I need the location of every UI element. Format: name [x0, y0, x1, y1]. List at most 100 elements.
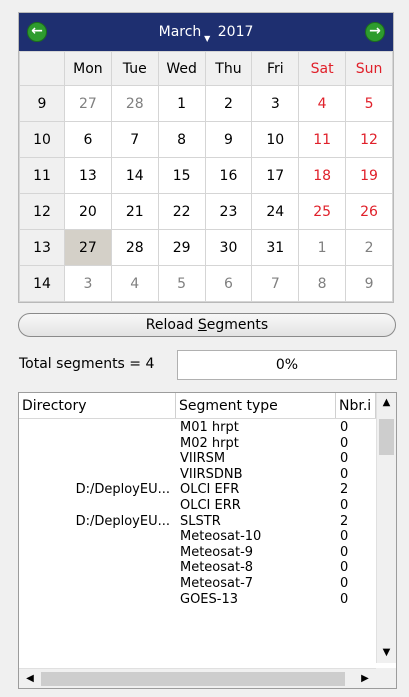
calendar-day[interactable]: 3 [251, 85, 300, 122]
calendar-navigation-bar: ← March ▼ 2017 → [19, 13, 393, 51]
calendar-day[interactable]: 30 [204, 229, 253, 266]
scroll-down-icon[interactable]: ▼ [377, 643, 396, 663]
horizontal-scrollbar[interactable]: ◀ ▶ [19, 668, 376, 688]
calendar-day[interactable]: 11 [298, 121, 347, 158]
week-number: 10 [19, 121, 65, 158]
calendar-day[interactable]: 4 [298, 85, 347, 122]
calendar-day[interactable]: 25 [298, 193, 347, 230]
progress-bar: 0% [177, 350, 397, 380]
nbr-cell: 0 [340, 529, 349, 545]
calendar-day[interactable]: 21 [110, 193, 159, 230]
table-row[interactable]: GOES-13 0 [19, 592, 376, 608]
directory-cell [19, 592, 176, 608]
calendar-day[interactable]: 2 [204, 85, 253, 122]
calendar-day[interactable]: 10 [251, 121, 300, 158]
calendar-day-selected[interactable]: 27 [64, 229, 112, 266]
directory-cell: D:/DeployEU... [75, 482, 170, 498]
year-selector[interactable]: 2017 [218, 24, 254, 40]
calendar-day[interactable]: 29 [157, 229, 206, 266]
calendar-day[interactable]: 20 [64, 193, 112, 230]
calendar-day[interactable]: 9 [204, 121, 253, 158]
table-row[interactable]: OLCI ERR 0 [19, 498, 376, 514]
calendar-day[interactable]: 17 [251, 157, 300, 194]
reload-segments-button[interactable]: Reload Segments [18, 313, 396, 337]
calendar-day[interactable]: 8 [298, 265, 347, 302]
horizontal-scroll-thumb[interactable] [41, 672, 345, 686]
table-row[interactable]: M02 hrpt 0 [19, 436, 376, 452]
calendar-day[interactable]: 31 [251, 229, 300, 266]
arrow-right-icon[interactable]: → [365, 22, 385, 42]
segments-table[interactable]: Directory Segment type Nbr.i M01 hrpt 0 M0… [18, 392, 397, 689]
calendar-day[interactable]: 26 [345, 193, 393, 230]
calendar-day[interactable]: 6 [204, 265, 253, 302]
calendar-day[interactable]: 23 [204, 193, 253, 230]
vertical-scroll-thumb[interactable] [379, 419, 394, 455]
calendar-day[interactable]: 28 [110, 229, 159, 266]
scroll-right-icon[interactable]: ▶ [356, 669, 374, 688]
scrollbar-corner [376, 668, 396, 688]
directory-cell [19, 560, 176, 576]
weekday-header-thu: Thu [204, 51, 253, 86]
calendar-day[interactable]: 13 [64, 157, 112, 194]
table-row[interactable]: Meteosat-9 0 [19, 545, 376, 561]
calendar-day[interactable]: 16 [204, 157, 253, 194]
segment-type-cell: SLSTR [180, 513, 221, 529]
calendar-day[interactable]: 27 [64, 85, 112, 122]
weekday-header-sat: Sat [298, 51, 347, 86]
calendar-day[interactable]: 6 [64, 121, 112, 158]
column-header-nbr[interactable]: Nbr.i [336, 393, 376, 418]
calendar-day[interactable]: 18 [298, 157, 347, 194]
table-row[interactable]: VIIRSDNB 0 [19, 467, 376, 483]
table-row[interactable]: M01 hrpt 0 [19, 420, 376, 436]
column-header-directory[interactable]: Directory [19, 393, 176, 418]
nbr-cell: 0 [340, 420, 349, 435]
directory-cell [19, 467, 176, 483]
table-row[interactable]: D:/DeployEU... OLCI EFR 2 [19, 482, 376, 498]
table-row[interactable]: D:/DeployEU... SLSTR 2 [19, 514, 376, 530]
calendar-day[interactable]: 12 [345, 121, 393, 158]
calendar-day[interactable]: 24 [251, 193, 300, 230]
chevron-down-icon: ▼ [204, 34, 211, 43]
table-row[interactable]: Meteosat-7 0 [19, 576, 376, 592]
weekday-header-wed: Wed [157, 51, 206, 86]
calendar-day[interactable]: 7 [251, 265, 300, 302]
vertical-scrollbar[interactable]: ▲ ▼ [376, 393, 396, 663]
calendar-day[interactable]: 5 [345, 85, 393, 122]
progress-value: 0% [275, 357, 299, 373]
weekday-header-tue: Tue [110, 51, 159, 86]
nbr-cell: 0 [340, 466, 349, 482]
calendar-day[interactable]: 7 [110, 121, 159, 158]
calendar-day[interactable]: 22 [157, 193, 206, 230]
calendar-day[interactable]: 2 [345, 229, 393, 266]
table-row[interactable]: VIIRSM 0 [19, 451, 376, 467]
nbr-cell: 2 [340, 482, 349, 498]
scroll-up-icon[interactable]: ▲ [377, 393, 396, 413]
calendar-day[interactable]: 9 [345, 265, 393, 302]
week-number: 14 [19, 265, 65, 302]
table-row[interactable]: Meteosat-8 0 [19, 560, 376, 576]
segment-type-cell: M02 hrpt [180, 435, 239, 451]
weekday-header-sun: Sun [345, 51, 393, 86]
calendar-day[interactable]: 8 [157, 121, 206, 158]
calendar-day[interactable]: 15 [157, 157, 206, 194]
calendar-day[interactable]: 4 [110, 265, 159, 302]
calendar-day[interactable]: 19 [345, 157, 393, 194]
scroll-left-icon[interactable]: ◀ [21, 669, 39, 688]
total-segments-label: Total segments = 4 [19, 356, 155, 372]
calendar-day[interactable]: 14 [110, 157, 159, 194]
directory-cell [19, 436, 176, 452]
calendar-day[interactable]: 5 [157, 265, 206, 302]
week-number: 12 [19, 193, 65, 230]
calendar-day[interactable]: 1 [298, 229, 347, 266]
month-selector[interactable]: March ▼ [159, 24, 211, 43]
calendar-day[interactable]: 28 [110, 85, 159, 122]
calendar-day[interactable]: 1 [157, 85, 206, 122]
segment-type-cell: VIIRSM [180, 451, 226, 467]
column-header-segment-type[interactable]: Segment type [176, 393, 336, 418]
segment-type-cell: GOES-13 [180, 591, 239, 607]
segment-type-cell: OLCI ERR [180, 497, 241, 513]
calendar-day[interactable]: 3 [64, 265, 112, 302]
directory-cell [19, 545, 176, 561]
nbr-cell: 0 [340, 544, 349, 560]
table-row[interactable]: Meteosat-10 0 [19, 529, 376, 545]
